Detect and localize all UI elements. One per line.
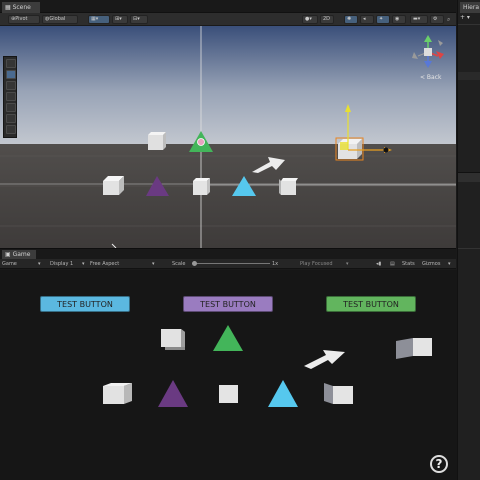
display-select[interactable]: Display 1 ▾ (50, 260, 86, 268)
help-icon[interactable]: ? (430, 455, 448, 473)
grid-snap-button[interactable]: ▦▾ (88, 15, 110, 24)
shading-mode-button[interactable]: ●▾ (302, 15, 318, 24)
pivot-label: Pivot (15, 16, 28, 22)
game-cube (103, 383, 132, 404)
chevron-down-icon: ▾ (82, 261, 85, 267)
chevron-down-icon: ▾ (346, 261, 349, 267)
camera-gizmo-icon (197, 138, 205, 146)
sky (0, 26, 456, 144)
tab-scene[interactable]: ▦ Scene (2, 2, 40, 13)
scene-cube[interactable] (148, 132, 166, 150)
scene-tools-overlay (3, 56, 17, 138)
lighting-toggle[interactable]: ✺ (344, 15, 358, 24)
scene-tabbar: ▦ Scene (0, 0, 456, 13)
search-icon[interactable]: ⌕ (447, 15, 455, 24)
fx-toggle[interactable]: ✦ (376, 15, 390, 24)
global-toggle[interactable]: ◍Global (42, 15, 78, 24)
chevron-down-icon: ▾ (448, 261, 451, 267)
transform-tool-icon[interactable] (6, 114, 16, 123)
aspect-select[interactable]: Free Aspect ▾ (90, 260, 160, 268)
scale-tool-icon[interactable] (6, 92, 16, 101)
scale-slider-thumb[interactable] (192, 261, 197, 266)
hierarchy-panel: Hiera + ▾ (457, 0, 480, 480)
game-toolbar: Game ▾ Display 1 ▾ Free Aspect ▾ Scale 1x P… (0, 259, 456, 269)
hand-tool-icon[interactable] (6, 59, 16, 68)
scene-toolbar: ⊕Pivot ◍Global ▦▾ ⊞▾ ⊟▾ ●▾ 2D ✺ ◂ ✦ ◉ ▬▾… (0, 13, 456, 26)
move-tool-icon[interactable] (6, 70, 16, 79)
tab-hierarchy[interactable]: Hiera (460, 2, 480, 13)
custom-tool-icon[interactable] (6, 125, 16, 134)
game-cube (219, 385, 238, 403)
sphere-icon: ●▾ (305, 16, 312, 22)
gizmo-plane-handle[interactable] (340, 142, 348, 150)
scale-value: 1x (272, 261, 279, 267)
game-render (103, 325, 432, 407)
pivot-toggle[interactable]: ⊕Pivot (8, 15, 40, 24)
gizmos-value: Gizmos (422, 261, 441, 267)
game-mode-select[interactable]: Game ▾ (2, 260, 44, 268)
inspector-tabbar (458, 172, 480, 182)
game-cube (324, 383, 353, 404)
chevron-down-icon: ▾ (152, 261, 155, 267)
2d-toggle[interactable]: 2D (320, 15, 334, 24)
camera-icon: ▬▾ (413, 16, 421, 22)
orientation-back-label: < Back (420, 74, 442, 81)
scene-cube[interactable] (103, 176, 124, 195)
display-value: Display 1 (50, 261, 74, 267)
scene-tab-label: Scene (12, 4, 31, 11)
game-tab-label: Game (12, 251, 31, 258)
game-mode-value: Game (2, 261, 17, 267)
game-tabbar: ▣ Game (0, 248, 456, 260)
play-focus-select[interactable]: Play Focused ▾ (300, 260, 352, 268)
grid-visibility-button[interactable]: ⊟▾ (130, 15, 148, 24)
panel-divider (458, 248, 480, 249)
gizmos-menu[interactable]: Gizmos ▾ (422, 260, 452, 268)
light-icon: ✺ (347, 16, 352, 22)
2d-label: 2D (323, 16, 331, 22)
game-view[interactable]: TEST BUTTON TEST BUTTON TEST BUTTON ? (0, 270, 457, 480)
hierarchy-row[interactable] (458, 72, 480, 80)
mute-audio-icon[interactable]: ◂▮ (376, 260, 381, 268)
scene-render: < Back (0, 26, 456, 248)
scale-slider[interactable] (192, 263, 270, 264)
gizmos-button[interactable]: ⚙ (430, 15, 444, 24)
snap-icon: ⊞▾ (115, 16, 122, 22)
camera-settings-button[interactable]: ▬▾ (410, 15, 428, 24)
unity-editor: ▦ Scene ⊕Pivot ◍Global ▦▾ ⊞▾ ⊟▾ ●▾ 2D ✺ … (0, 0, 480, 480)
rect-tool-icon[interactable] (6, 103, 16, 112)
game-arrow (304, 350, 345, 369)
hidden-objects-toggle[interactable]: ◉ (392, 15, 406, 24)
game-triangle-cyan (268, 380, 298, 407)
vsync-icon[interactable]: ▤ (390, 260, 395, 268)
fx-icon: ✦ (379, 16, 384, 22)
scene-cube[interactable] (193, 178, 210, 195)
audio-toggle[interactable]: ◂ (360, 15, 374, 24)
eye-icon: ◉ (395, 16, 400, 22)
game-triangle-purple (158, 380, 188, 407)
snap-increment-button[interactable]: ⊞▾ (112, 15, 128, 24)
scene-cube[interactable] (279, 178, 298, 195)
rotate-tool-icon[interactable] (6, 81, 16, 90)
hierarchy-tab-label: Hiera (463, 4, 480, 11)
scene-viewport[interactable]: < Back (0, 26, 456, 248)
play-focus-value: Play Focused (300, 261, 333, 267)
chevron-down-icon: ▾ (38, 261, 41, 267)
scale-label: Scale (172, 261, 186, 267)
audio-icon: ◂ (363, 16, 366, 22)
aspect-value: Free Aspect (90, 261, 120, 267)
ground-plane (0, 144, 456, 248)
gizmo-icon: ⚙ (433, 16, 438, 22)
gizmo-handle[interactable] (383, 147, 389, 153)
grid-icon: ▦▾ (91, 16, 99, 22)
game-cube (396, 338, 432, 359)
grid-visibility-icon: ⊟▾ (133, 16, 140, 22)
game-triangle-green (213, 325, 243, 351)
scene-tab-icon: ▦ (5, 4, 13, 11)
add-menu-button[interactable]: + ▾ (460, 14, 478, 23)
stats-button[interactable]: Stats (402, 260, 415, 268)
game-cube (161, 329, 185, 350)
panel-divider (458, 24, 480, 25)
game-tab-icon: ▣ (5, 251, 13, 258)
global-label: Global (49, 16, 66, 22)
